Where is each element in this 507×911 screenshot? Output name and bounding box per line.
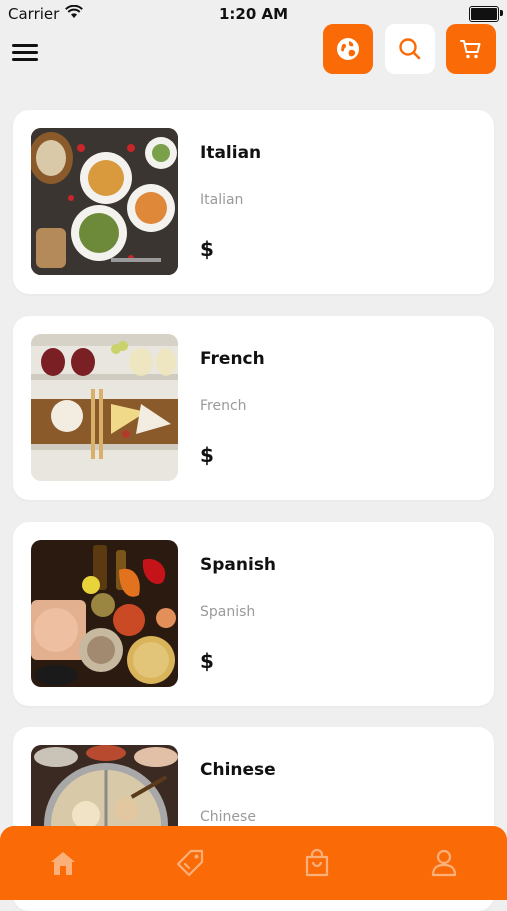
cuisine-subtitle: French [200, 398, 247, 414]
status-time: 1:20 AM [218, 5, 289, 23]
shopping-bag-icon [305, 848, 328, 877]
hamburger-menu-icon[interactable] [12, 40, 42, 66]
nav-orders[interactable] [287, 833, 347, 893]
cuisine-price: $ [200, 237, 214, 261]
home-icon [51, 852, 76, 875]
cuisine-subtitle: Chinese [200, 809, 256, 825]
battery-icon [469, 6, 503, 22]
search-button[interactable] [385, 24, 435, 74]
cuisine-title: Chinese [200, 760, 276, 780]
cuisine-subtitle: Italian [200, 192, 244, 208]
nav-deals[interactable] [160, 833, 220, 893]
cuisine-image-spanish [31, 540, 178, 687]
cuisine-image-italian [31, 128, 178, 275]
nav-home[interactable] [33, 833, 93, 893]
top-bar [0, 24, 507, 80]
cuisine-subtitle: Spanish [200, 604, 256, 620]
nav-profile[interactable] [414, 833, 474, 893]
search-icon [399, 38, 421, 60]
bottom-nav [0, 826, 507, 900]
cuisine-price: $ [200, 649, 214, 673]
cart-icon [460, 40, 481, 59]
cuisine-card-spanish[interactable]: Spanish Spanish $ [13, 522, 494, 706]
cuisine-card-italian[interactable]: Italian Italian $ [13, 110, 494, 294]
cuisine-title: Italian [200, 143, 262, 163]
profile-icon [431, 849, 456, 877]
globe-icon [337, 38, 359, 60]
cuisine-title: French [200, 349, 265, 369]
tag-icon [177, 849, 204, 877]
cart-button[interactable] [446, 24, 496, 74]
globe-button[interactable] [323, 24, 373, 74]
cuisine-price: $ [200, 443, 214, 467]
cuisine-image-french [31, 334, 178, 481]
cuisine-title: Spanish [200, 555, 277, 575]
cuisine-card-french[interactable]: French French $ [13, 316, 494, 500]
